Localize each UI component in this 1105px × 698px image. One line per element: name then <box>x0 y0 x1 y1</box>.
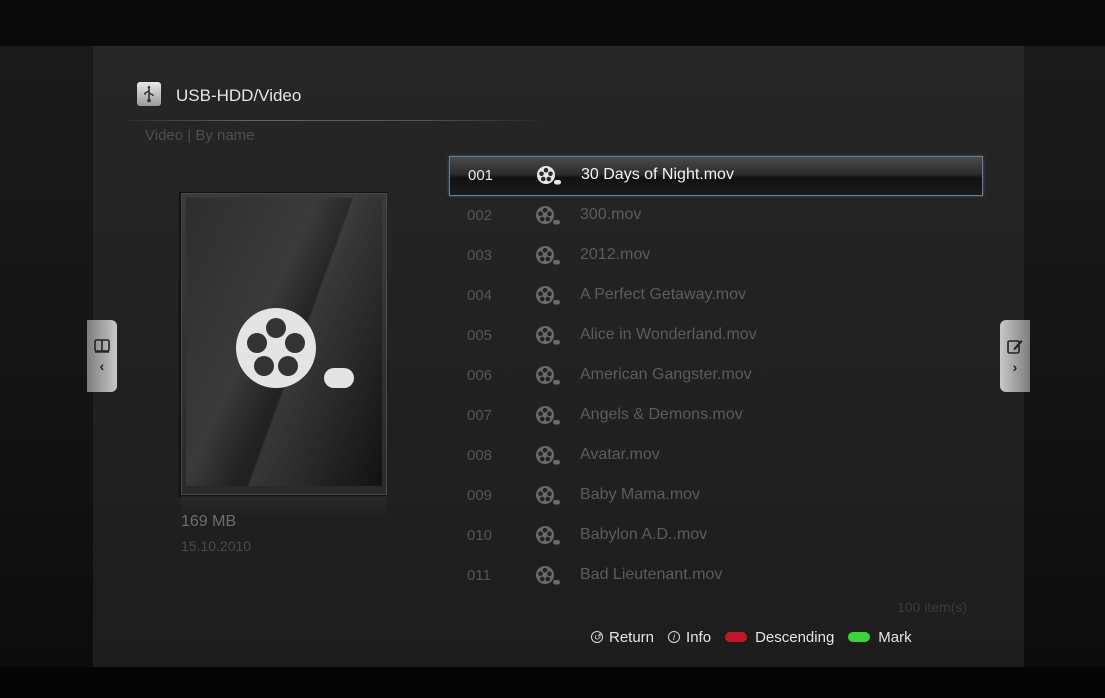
file-name: Bad Lieutenant.mov <box>580 566 723 583</box>
file-row[interactable]: 006 American Gangster.mov <box>449 356 983 396</box>
top-band <box>0 0 1105 46</box>
chevron-left-icon: ‹ <box>99 358 105 374</box>
file-number: 007 <box>467 407 493 424</box>
file-row[interactable]: 002 300.mov <box>449 196 983 236</box>
bottom-band <box>0 667 1105 698</box>
right-side-panel <box>1024 46 1105 667</box>
file-name: Angels & Demons.mov <box>580 406 743 423</box>
film-reel-icon <box>236 308 354 388</box>
right-nav-tab[interactable]: › <box>1000 320 1030 392</box>
film-reel-icon <box>535 565 561 592</box>
file-date: 15.10.2010 <box>181 538 252 554</box>
film-reel-icon <box>535 285 561 312</box>
file-row[interactable]: 001 30 Days of Night.mov <box>449 156 983 196</box>
file-number: 003 <box>467 247 493 264</box>
file-name: 2012.mov <box>580 246 651 263</box>
chevron-right-icon: › <box>1012 359 1018 375</box>
file-name: Babylon A.D..mov <box>580 526 708 543</box>
green-key-icon <box>848 632 871 642</box>
file-name: American Gangster.mov <box>580 366 752 383</box>
return-button[interactable]: ↺ Return <box>591 629 654 646</box>
file-row[interactable]: 010 Babylon A.D..mov <box>449 516 983 556</box>
file-browser-panel: USB-HDD/Video Video | By name 169 MB 15.… <box>93 46 1024 667</box>
file-row[interactable]: 005 Alice in Wonderland.mov <box>449 316 983 356</box>
file-number: 004 <box>467 287 493 304</box>
file-name: Avatar.mov <box>580 446 660 463</box>
file-list: 001 30 Days of Night.mov 002 300.mov 003 2012… <box>449 156 983 596</box>
film-reel-icon <box>535 325 561 352</box>
file-row[interactable]: 011 Bad Lieutenant.mov <box>449 556 983 596</box>
page-title: USB-HDD/Video <box>176 86 302 105</box>
file-name: 300.mov <box>580 206 642 223</box>
info-label: Info <box>686 628 712 646</box>
file-row[interactable]: 008 Avatar.mov <box>449 436 983 476</box>
film-reel-icon <box>536 165 562 192</box>
left-side-panel <box>0 46 93 667</box>
book-icon <box>94 339 110 353</box>
red-key-icon <box>725 632 748 642</box>
mark-button[interactable]: Mark <box>848 628 912 646</box>
file-number: 005 <box>467 327 493 344</box>
info-button[interactable]: i Info <box>668 629 711 646</box>
descending-label: Descending <box>755 628 835 646</box>
film-reel-icon <box>535 405 561 432</box>
file-row[interactable]: 007 Angels & Demons.mov <box>449 396 983 436</box>
sort-breadcrumb: Video | By name <box>145 127 255 144</box>
file-row[interactable]: 004 A Perfect Getaway.mov <box>449 276 983 316</box>
return-label: Return <box>609 628 655 646</box>
mark-label: Mark <box>878 628 912 646</box>
file-name: Baby Mama.mov <box>580 486 701 503</box>
file-size: 169 MB <box>181 513 237 530</box>
film-reel-icon <box>535 205 561 232</box>
item-count: 100 item(s) <box>897 599 968 615</box>
button-legend: ↺ Return i Info Descending Mark <box>591 626 926 648</box>
file-number: 008 <box>467 447 493 464</box>
file-number: 002 <box>467 207 493 224</box>
info-icon: i <box>668 631 681 643</box>
file-name: A Perfect Getaway.mov <box>580 286 746 303</box>
file-number: 001 <box>468 167 494 184</box>
file-number: 006 <box>467 367 493 384</box>
file-number: 011 <box>467 567 491 584</box>
file-row[interactable]: 003 2012.mov <box>449 236 983 276</box>
file-name: Alice in Wonderland.mov <box>580 326 757 343</box>
preview-poster <box>181 193 387 495</box>
film-reel-icon <box>535 485 561 512</box>
descending-button[interactable]: Descending <box>725 629 834 646</box>
film-reel-icon <box>535 445 561 472</box>
file-row[interactable]: 009 Baby Mama.mov <box>449 476 983 516</box>
usb-icon <box>137 82 161 106</box>
file-number: 010 <box>467 527 493 544</box>
edit-icon <box>1007 340 1023 354</box>
film-reel-icon <box>535 245 561 272</box>
film-reel-icon <box>535 365 561 392</box>
left-nav-tab[interactable]: ‹ <box>87 320 117 392</box>
film-reel-icon <box>535 525 561 552</box>
file-name: 30 Days of Night.mov <box>581 166 734 183</box>
file-number: 009 <box>467 487 493 504</box>
header-divider <box>128 120 548 121</box>
return-icon: ↺ <box>591 631 603 643</box>
